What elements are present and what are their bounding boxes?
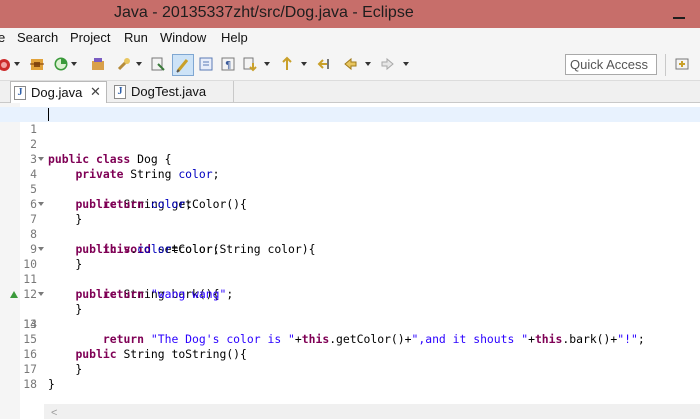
paragraph-icon[interactable]: ¶	[220, 56, 236, 72]
back-icon[interactable]	[342, 56, 358, 72]
last-edit-icon[interactable]	[315, 56, 331, 72]
open-task-icon[interactable]	[150, 56, 166, 72]
horizontal-scrollbar[interactable]: <	[44, 404, 700, 419]
search-dropdown-icon[interactable]	[136, 62, 142, 66]
code-line-14[interactable]: 14 return "The Dog's color is "+this.get…	[0, 302, 700, 346]
prev-annotation-dropdown-icon[interactable]	[301, 62, 307, 66]
code-line-4[interactable]: 4 public String getColor(){	[0, 152, 700, 211]
code-editor[interactable]: 1 2 public class Dog { 3 private String …	[0, 103, 700, 419]
show-whitespace-icon[interactable]	[198, 56, 214, 72]
run-icon[interactable]	[0, 56, 12, 72]
tab-label: DogTest.java	[131, 84, 207, 99]
code-line-3[interactable]: 3 private String color;	[0, 137, 700, 181]
code-line-7[interactable]: 7 public void setColor(String color){	[0, 197, 700, 256]
line-number: 18	[23, 377, 37, 391]
text-caret	[48, 108, 49, 121]
coverage-icon[interactable]	[53, 56, 69, 72]
code-line-12[interactable]: 12 }	[0, 272, 700, 316]
code-line-16[interactable]: 16 }	[0, 332, 700, 376]
menu-project[interactable]: Project	[70, 30, 110, 45]
editor-frame: J Dog.java ✕ J DogTest.java 1 2 public c…	[0, 81, 700, 419]
window-title: Java - 20135337zht/src/Dog.java - Eclips…	[114, 4, 414, 21]
menu-run[interactable]: Run	[124, 30, 148, 45]
perspective-icon[interactable]	[674, 56, 690, 72]
code-line-1[interactable]: 1	[0, 107, 700, 136]
toolbar: ¶ Quick Access	[0, 48, 700, 81]
next-annotation-dropdown-icon[interactable]	[264, 62, 270, 66]
editor-tab-bar: J Dog.java ✕ J DogTest.java	[0, 81, 700, 103]
override-marker-icon[interactable]	[10, 291, 18, 298]
menu-bar: e Search Project Run Window Help	[0, 28, 700, 48]
coverage-dropdown-icon[interactable]	[71, 62, 77, 66]
fold-icon[interactable]	[38, 157, 44, 161]
fold-icon[interactable]	[38, 247, 44, 251]
prev-annotation-icon[interactable]	[279, 56, 295, 72]
fold-icon[interactable]	[38, 292, 44, 296]
code-line-5[interactable]: 5 return color;	[0, 167, 700, 211]
minimize-button[interactable]	[668, 4, 690, 24]
menu-search[interactable]: Search	[17, 30, 58, 45]
tab-dogtest-java[interactable]: J DogTest.java	[108, 81, 234, 103]
next-annotation-icon[interactable]	[242, 56, 258, 72]
forward-dropdown-icon[interactable]	[403, 62, 409, 66]
fold-icon[interactable]	[38, 202, 44, 206]
tab-label: Dog.java	[31, 85, 83, 100]
code-line-15[interactable]: 15	[0, 317, 700, 346]
code-line-17[interactable]: 17 }	[0, 347, 700, 391]
toggle-mark-occurrences-icon[interactable]	[172, 54, 194, 76]
code-line-13[interactable]: 13 public String toString(){	[0, 287, 700, 361]
java-file-icon: J	[14, 86, 26, 100]
menu-window[interactable]: Window	[160, 30, 206, 45]
run-dropdown-icon[interactable]	[14, 62, 20, 66]
toolbar-separator	[665, 54, 666, 76]
debug-icon[interactable]	[29, 56, 45, 72]
quick-access-field[interactable]: Quick Access	[565, 54, 657, 75]
code-line-10[interactable]: 10 public String bark(){	[0, 242, 700, 301]
back-dropdown-icon[interactable]	[365, 62, 371, 66]
code-text: }	[48, 377, 55, 391]
search-icon[interactable]	[116, 56, 132, 72]
code-line-11[interactable]: 11 return "wang wang";	[0, 257, 700, 301]
java-file-icon: J	[114, 85, 126, 99]
tab-dog-java[interactable]: J Dog.java ✕	[10, 81, 107, 103]
code-line-8[interactable]: 8 this.color=color;	[0, 212, 700, 256]
scroll-left-icon[interactable]: <	[51, 407, 57, 419]
close-icon[interactable]: ✕	[90, 84, 101, 100]
menu-edit[interactable]: e	[0, 30, 5, 45]
code-line-18[interactable]: 18	[0, 362, 700, 391]
code-line-2[interactable]: 2 public class Dog {	[0, 122, 700, 166]
svg-text:¶: ¶	[225, 60, 231, 71]
forward-icon[interactable]	[380, 56, 396, 72]
code-line-9[interactable]: 9 }	[0, 227, 700, 271]
new-package-icon[interactable]	[90, 56, 106, 72]
code-line-6[interactable]: 6 }	[0, 182, 700, 226]
menu-help[interactable]: Help	[221, 30, 248, 45]
title-bar: Java - 20135337zht/src/Dog.java - Eclips…	[0, 0, 700, 28]
